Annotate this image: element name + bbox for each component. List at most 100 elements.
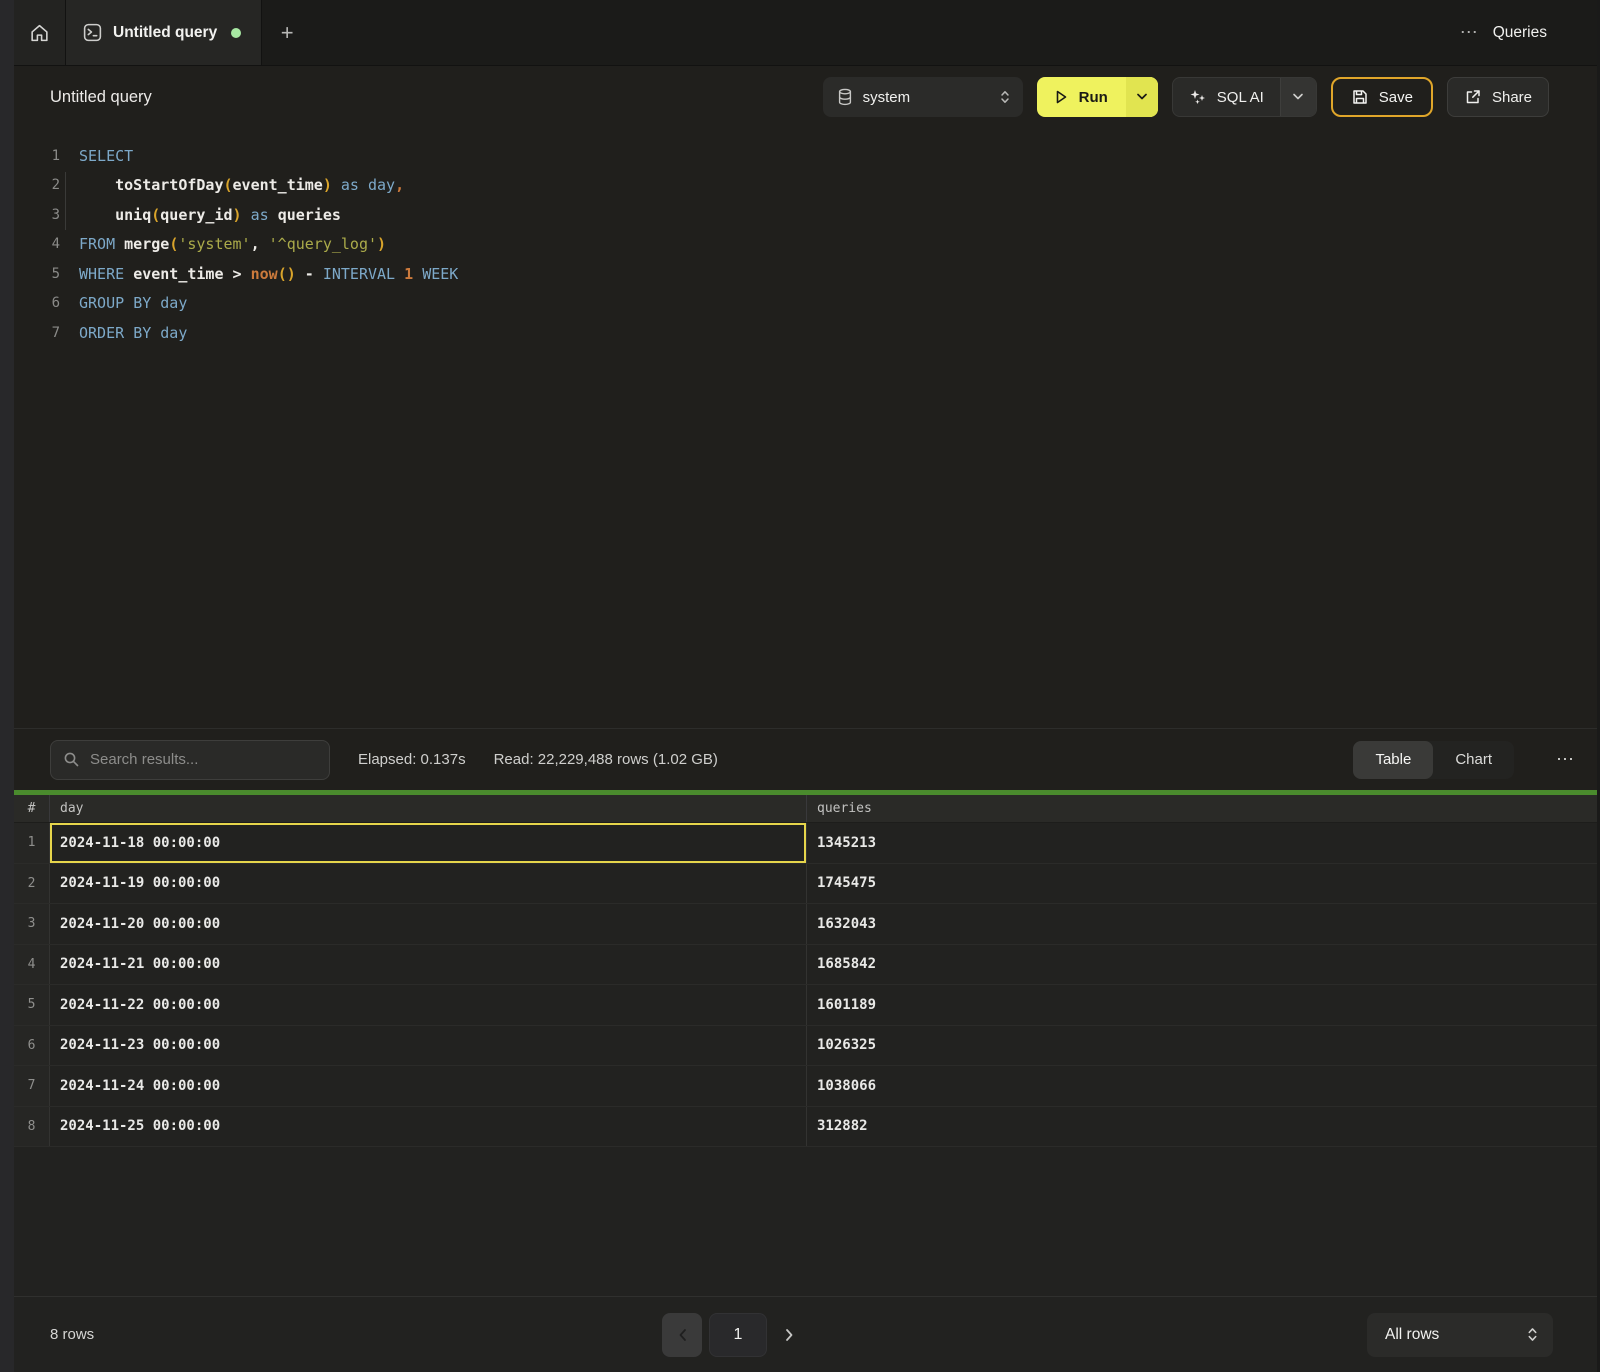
queries-link[interactable]: Queries [1493,24,1547,42]
queries-cell[interactable]: 1745475 [807,864,1597,904]
table-rows: 12024-11-18 00:00:00134521322024-11-19 0… [14,823,1597,1147]
results-toolbar: Elapsed: 0.137s Read: 22,229,488 rows (1… [14,728,1597,790]
home-button[interactable] [14,0,66,65]
code-line[interactable]: 5 WHERE event_time > now() - INTERVAL 1 W… [14,259,1597,289]
play-icon [1053,89,1069,105]
line-number: 5 [14,266,60,282]
code-text: WHERE event_time > now() - INTERVAL 1 WE… [79,265,458,283]
row-number-cell: 4 [14,945,50,985]
queries-cell[interactable]: 1038066 [807,1066,1597,1106]
row-number-cell: 1 [14,823,50,863]
table-row: 62024-11-23 00:00:001026325 [14,1026,1597,1067]
queries-cell[interactable]: 1632043 [807,904,1597,944]
sql-ai-button[interactable]: SQL AI [1172,77,1317,117]
overflow-menu-icon[interactable]: ⋯ [1460,22,1479,43]
table-row: 22024-11-19 00:00:001745475 [14,864,1597,905]
search-icon [63,751,80,768]
queries-cell[interactable]: 1601189 [807,985,1597,1025]
line-number: 4 [14,236,60,252]
table-row: 72024-11-24 00:00:001038066 [14,1066,1597,1107]
code-line[interactable]: 3 uniq(query_id) as queries [14,200,1597,230]
row-number-cell: 2 [14,864,50,904]
code-line[interactable]: 6 GROUP BY day [14,289,1597,319]
line-number: 6 [14,295,60,311]
column-header-num[interactable]: # [14,795,50,822]
day-cell[interactable]: 2024-11-24 00:00:00 [50,1066,807,1106]
home-icon [29,23,50,43]
day-cell[interactable]: 2024-11-18 00:00:00 [50,823,807,863]
tab-bar-spacer [312,0,1460,65]
row-number-cell: 6 [14,1026,50,1066]
sql-ai-options-button[interactable] [1280,78,1316,116]
code-text: uniq(query_id) as queries [79,206,341,224]
save-button[interactable]: Save [1331,77,1433,117]
run-label: Run [1079,89,1108,106]
day-cell[interactable]: 2024-11-19 00:00:00 [50,864,807,904]
view-tab-chart[interactable]: Chart [1433,741,1514,779]
sql-editor[interactable]: 1 SELECT 2 toStartOfDay(event_time) as day… [14,128,1597,728]
row-count: 8 rows [50,1326,94,1343]
results-menu-icon[interactable]: ⋯ [1556,749,1575,770]
share-icon [1464,88,1482,106]
code-lines: 1 SELECT 2 toStartOfDay(event_time) as day… [14,141,1597,348]
queries-cell[interactable]: 1026325 [807,1026,1597,1066]
code-line[interactable]: 1 SELECT [14,141,1597,171]
line-number: 1 [14,148,60,164]
results-footer: 8 rows 1 All rows [14,1296,1597,1372]
code-line[interactable]: 4 FROM merge('system', '^query_log') [14,230,1597,260]
read-stat: Read: 22,229,488 rows (1.02 GB) [494,751,718,768]
queries-cell[interactable]: 312882 [807,1107,1597,1147]
left-rail [0,0,14,1372]
day-cell[interactable]: 2024-11-20 00:00:00 [50,904,807,944]
table-row: 12024-11-18 00:00:001345213 [14,823,1597,864]
row-number-cell: 3 [14,904,50,944]
table-row: 32024-11-20 00:00:001632043 [14,904,1597,945]
day-cell[interactable]: 2024-11-21 00:00:00 [50,945,807,985]
search-results-input[interactable] [90,751,317,768]
code-line[interactable]: 2 toStartOfDay(event_time) as day, [14,171,1597,201]
column-header-day[interactable]: day [50,795,807,822]
tab-untitled-query[interactable]: Untitled query [66,0,262,65]
tab-title: Untitled query [113,24,217,42]
indent-guide [65,172,66,230]
tab-bar: Untitled query + ⋯ Queries [14,0,1597,66]
pagination: 1 [662,1297,804,1372]
table-header: # day queries [14,795,1597,823]
view-tab-table[interactable]: Table [1353,741,1433,779]
code-text: FROM merge('system', '^query_log') [79,235,386,253]
table-row: 82024-11-25 00:00:00312882 [14,1107,1597,1148]
new-tab-button[interactable]: + [262,0,312,65]
code-line[interactable]: 7 ORDER BY day [14,318,1597,348]
app-window: Untitled query + ⋯ Queries Untitled quer… [0,0,1600,1372]
database-selector[interactable]: system [823,77,1023,117]
save-icon [1351,88,1369,106]
line-number: 7 [14,325,60,341]
code-text: GROUP BY day [79,294,187,312]
elapsed-stat: Elapsed: 0.137s [358,751,466,768]
unsaved-dot [231,28,241,38]
terminal-icon [82,22,103,43]
day-cell[interactable]: 2024-11-25 00:00:00 [50,1107,807,1147]
sparkles-icon [1189,88,1207,106]
table-row: 42024-11-21 00:00:001685842 [14,945,1597,986]
share-button[interactable]: Share [1447,77,1549,117]
queries-cell[interactable]: 1345213 [807,823,1597,863]
run-options-button[interactable] [1126,77,1158,117]
previous-page-button[interactable] [662,1313,702,1357]
share-label: Share [1492,89,1532,106]
column-header-queries[interactable]: queries [807,795,1597,822]
day-cell[interactable]: 2024-11-22 00:00:00 [50,985,807,1025]
page-title: Untitled query [50,88,152,107]
page-size-selector[interactable]: All rows [1367,1313,1553,1357]
search-results-box[interactable] [50,740,330,780]
day-cell[interactable]: 2024-11-23 00:00:00 [50,1026,807,1066]
current-page-button[interactable]: 1 [709,1313,767,1357]
code-text: ORDER BY day [79,324,187,342]
table-empty-space [14,1147,1597,1296]
code-text: SELECT [79,147,133,165]
run-button[interactable]: Run [1037,77,1158,117]
next-page-button[interactable] [774,1313,804,1357]
queries-cell[interactable]: 1685842 [807,945,1597,985]
query-toolbar: Untitled query system [14,66,1597,128]
line-number: 3 [14,207,60,223]
